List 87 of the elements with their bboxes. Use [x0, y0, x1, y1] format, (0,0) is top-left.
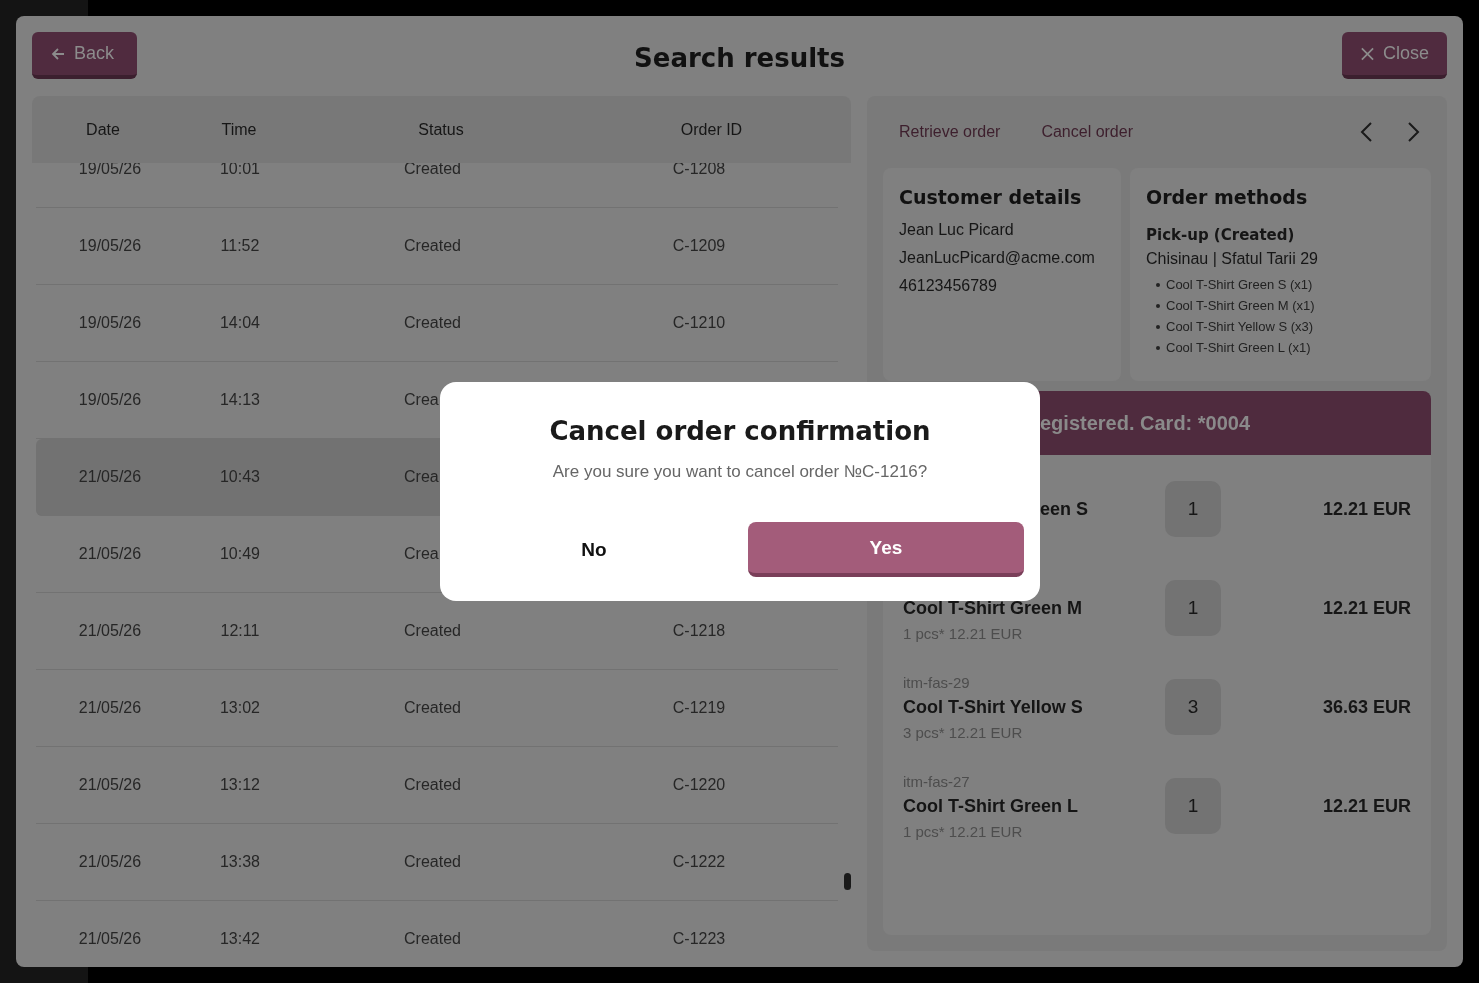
time-cell-text: 12:11	[219, 622, 261, 640]
status-cell: Crea	[404, 545, 439, 562]
list-item: Cool T-Shirt Green S (x1)	[1146, 274, 1415, 295]
time-cell-text: 10:43	[218, 468, 261, 486]
status-cell: Created	[404, 237, 461, 254]
order-id-cell-text: C-1223	[671, 930, 727, 948]
date-cell-text: 21/05/26	[77, 776, 143, 794]
chevron-left-icon[interactable]	[1359, 120, 1375, 144]
date-cell-text: 21/05/26	[77, 545, 143, 563]
pickup-address: Chisinau | Sfatul Tarii 29	[1146, 250, 1319, 268]
close-button[interactable]: Close	[1342, 32, 1447, 79]
table-row[interactable]: 19/05/26 11:52 Created C-1209	[36, 208, 838, 285]
status-cell: Crea	[404, 468, 439, 485]
item-total: 12.21 EUR	[1321, 597, 1411, 619]
item-name: een S	[1039, 497, 1090, 521]
customer-info: 46123456789	[899, 276, 998, 296]
time-cell-text: 13:02	[218, 699, 261, 717]
yes-button[interactable]: Yes	[748, 522, 1024, 577]
table-row[interactable]: 19/05/26 10:01 Created C-1208	[36, 163, 838, 208]
status-cell: Created	[404, 776, 461, 793]
close-icon	[1360, 45, 1375, 62]
status-cell: Created	[404, 930, 461, 947]
time-cell-text: 13:12	[218, 776, 261, 794]
customer-info: JeanLucPicard@acme.com	[899, 248, 1096, 268]
time-cell-text: 14:13	[218, 391, 261, 409]
quantity-box[interactable]: 1	[1165, 481, 1221, 537]
status-cell: Crea	[404, 391, 439, 408]
scrollbar-thumb[interactable]	[844, 873, 851, 890]
chevron-right-icon[interactable]	[1405, 120, 1421, 144]
time-cell-text: 11:52	[219, 237, 261, 255]
column-header[interactable]: Date	[32, 120, 174, 139]
customer-info: Jean Luc Picard	[899, 220, 1015, 240]
quantity-box[interactable]: 1	[1165, 778, 1221, 834]
status-cell: Created	[404, 163, 461, 177]
date-cell-text: 19/05/26	[77, 314, 143, 332]
table-row[interactable]: 19/05/26 14:04 Created C-1210	[36, 285, 838, 362]
column-header[interactable]: Time	[174, 120, 304, 139]
order-id-cell-text: C-1210	[671, 314, 727, 332]
date-cell-text: 19/05/26	[77, 163, 143, 178]
back-button[interactable]: Back	[32, 32, 137, 79]
pickup-method: Pick-up (Created)	[1146, 226, 1296, 244]
action-link[interactable]: Retrieve order	[899, 123, 1001, 141]
item-total: 12.21 EUR	[1321, 498, 1411, 520]
time-cell-text: 13:42	[218, 930, 261, 948]
status-cell: Created	[404, 699, 461, 716]
table-row[interactable]: 21/05/26 13:42 Created C-1223	[36, 901, 838, 967]
item-name: Cool T-Shirt Yellow S	[903, 695, 1084, 719]
order-id-cell-text: C-1219	[671, 699, 727, 717]
list-item: Cool T-Shirt Green L (x1)	[1146, 337, 1415, 358]
card-title: Customer details	[899, 186, 1083, 208]
date-cell-text: 21/05/26	[77, 930, 143, 948]
date-cell-text: 19/05/26	[77, 237, 143, 255]
status-cell: Created	[404, 314, 461, 331]
list-item: Cool T-Shirt Yellow S (x3)	[1146, 316, 1415, 337]
order-id-cell-text: C-1209	[671, 237, 727, 255]
item-name: Cool T-Shirt Green M	[903, 596, 1083, 620]
table-row[interactable]: 21/05/26 13:38 Created C-1222	[36, 824, 838, 901]
quantity-box[interactable]: 1	[1165, 580, 1221, 636]
order-id-cell-text: C-1222	[671, 853, 727, 871]
item-total: 36.63 EUR	[1321, 696, 1411, 718]
time-cell-text: 10:49	[218, 545, 261, 563]
item-name: Cool T-Shirt Green L	[903, 794, 1079, 818]
order-id-cell-text: C-1220	[671, 776, 727, 794]
date-cell-text: 19/05/26	[77, 391, 143, 409]
date-cell-text: 21/05/26	[77, 468, 143, 486]
time-cell-text: 14:04	[218, 314, 261, 332]
date-cell-text: 21/05/26	[77, 622, 143, 640]
item-total: 12.21 EUR	[1321, 795, 1411, 817]
card-title: Order methods	[1146, 186, 1309, 208]
action-link[interactable]: Cancel order	[1041, 123, 1133, 141]
date-cell-text: 21/05/26	[77, 853, 143, 871]
column-header[interactable]: Order ID	[578, 120, 845, 139]
payment-text: egistered. Card: *0004	[1040, 411, 1251, 435]
page-title: Search results	[634, 42, 845, 75]
order-id-cell-text: C-1208	[671, 163, 727, 178]
list-item: Cool T-Shirt Green M (x1)	[1146, 295, 1415, 316]
time-cell-text: 10:01	[218, 163, 261, 178]
column-header[interactable]: Status	[304, 120, 578, 139]
time-cell-text: 13:38	[218, 853, 261, 871]
status-cell: Created	[404, 622, 461, 639]
arrow-left-icon	[50, 45, 66, 62]
status-cell: Created	[404, 853, 461, 870]
table-row[interactable]: 21/05/26 13:02 Created C-1219	[36, 670, 838, 747]
order-id-cell-text: C-1218	[671, 622, 727, 640]
quantity-box[interactable]: 3	[1165, 679, 1221, 735]
date-cell-text: 21/05/26	[77, 699, 143, 717]
table-row[interactable]: 21/05/26 13:12 Created C-1220	[36, 747, 838, 824]
